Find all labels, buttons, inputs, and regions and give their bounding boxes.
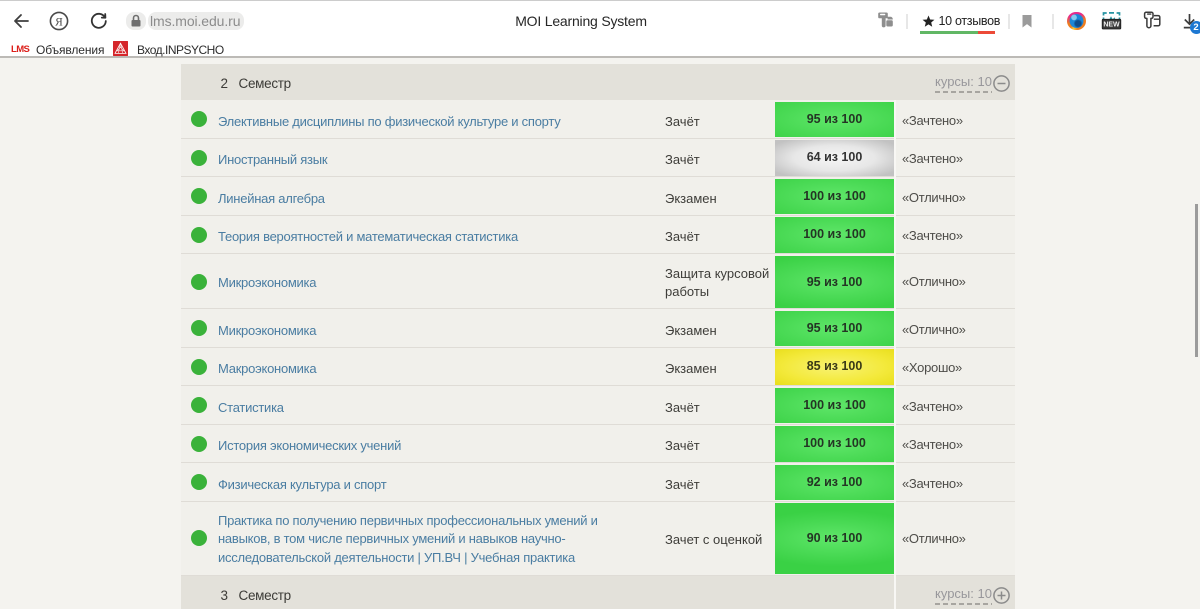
svg-text:NEW: NEW xyxy=(1103,22,1120,29)
svg-text:Я: Я xyxy=(55,17,63,29)
